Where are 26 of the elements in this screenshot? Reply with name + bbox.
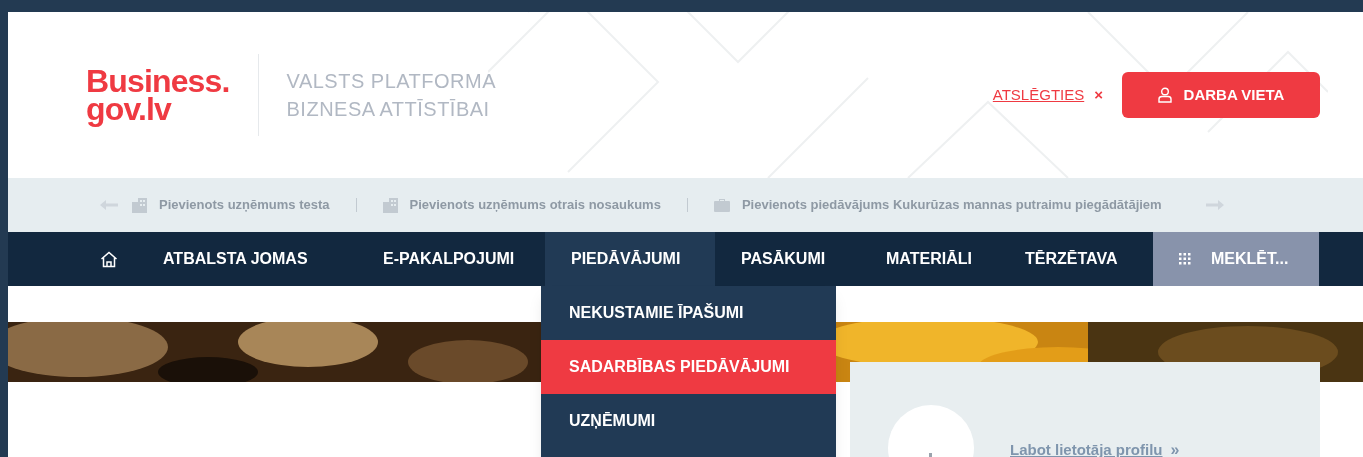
workplace-button[interactable]: DARBA VIETA xyxy=(1122,72,1320,118)
ticker-item[interactable]: Pievienots uzņēmums otrais nosaukums xyxy=(409,195,661,215)
logout-link[interactable]: ATSLĒGTIES xyxy=(992,83,1085,107)
user-icon xyxy=(1157,87,1172,103)
ticker-item[interactable]: Pievienots piedāvājums Kukurūzas mannas putraimu piegādātājiem xyxy=(741,195,1162,215)
dropdown-item[interactable]: NEKUSTAMIE ĪPAŠUMI xyxy=(541,286,836,340)
tagline: BIZNESA ATTĪSTĪBAI xyxy=(286,97,491,122)
tagline: VALSTS PLATFORMA xyxy=(286,69,497,94)
home-icon[interactable] xyxy=(100,250,118,268)
nav-tab[interactable]: PASĀKUMI xyxy=(715,232,858,286)
nav-tab[interactable]: E-PAKALPOJUMI xyxy=(349,232,545,286)
nav-tab[interactable]: PIEDĀVĀJUMI xyxy=(545,232,715,286)
building-icon xyxy=(382,197,398,213)
nav-tab[interactable]: ATBALSTA JOMAS xyxy=(149,232,349,286)
logo-text[interactable]: Business. xyxy=(86,67,230,95)
search-button[interactable]: MEKLĒT... xyxy=(1153,232,1319,286)
close-icon[interactable]: × xyxy=(1094,83,1103,107)
dropdown-item[interactable]: SADARBĪBAS PIEDĀVĀJUMI xyxy=(541,340,836,394)
grid-icon xyxy=(1179,253,1191,265)
building-icon xyxy=(132,197,147,213)
nav-tab[interactable]: TĒRZĒTAVA xyxy=(1003,232,1153,286)
ticker-item[interactable]: Pievienots uzņēmums testa xyxy=(159,195,330,215)
briefcase-icon xyxy=(713,198,730,212)
chevron-icon[interactable]: » xyxy=(1170,438,1180,457)
dropdown-item[interactable]: UZŅĒMUMI xyxy=(541,394,836,448)
nav-tab[interactable]: MATERIĀLI xyxy=(858,232,1003,286)
